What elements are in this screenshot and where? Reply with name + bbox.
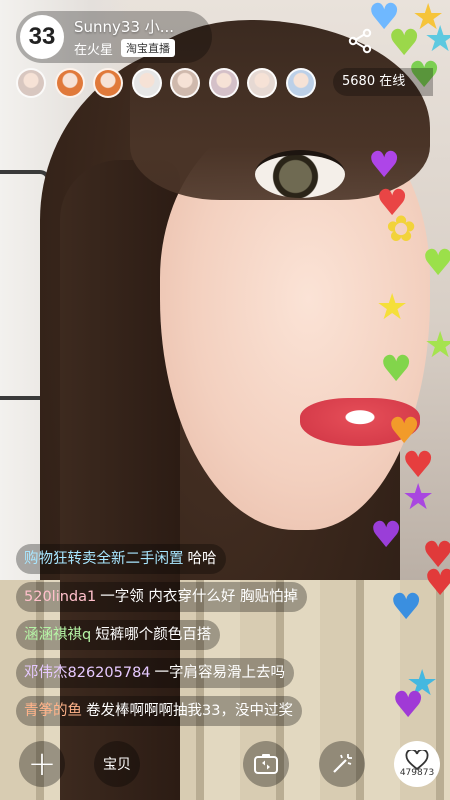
- chat-username[interactable]: 青筝的鱼: [24, 703, 82, 719]
- host-location: 在火星: [74, 42, 114, 58]
- plus-icon: +: [27, 744, 57, 784]
- items-label: 宝贝: [103, 757, 131, 773]
- camera-switch-icon: [254, 754, 278, 774]
- camera-switch-button[interactable]: [243, 741, 289, 787]
- effects-button[interactable]: [319, 741, 365, 787]
- chat-message: 涵涵祺祺q 短裤哪个颜色百搭: [16, 620, 221, 650]
- add-button[interactable]: +: [19, 741, 65, 787]
- viewer-avatars: [16, 68, 324, 98]
- viewer-avatar[interactable]: [247, 68, 277, 98]
- like-button[interactable]: 479873: [394, 741, 440, 787]
- streamer-lips: [300, 398, 420, 446]
- chat-text: 一字领 内衣穿什么好 胸贴怕掉: [100, 589, 298, 605]
- viewer-avatar[interactable]: [285, 68, 316, 98]
- chat-message: 邓伟杰826205784 一字肩容易滑上去吗: [16, 658, 295, 688]
- viewer-avatar[interactable]: [16, 68, 46, 98]
- share-icon: [348, 28, 372, 54]
- taobao-live-badge: 淘宝直播: [121, 39, 176, 57]
- items-button[interactable]: 宝贝: [94, 741, 140, 787]
- viewer-avatar[interactable]: [93, 68, 123, 98]
- chat-text: 短裤哪个颜色百搭: [95, 627, 212, 643]
- host-sub: 在火星 淘宝直播: [74, 39, 176, 58]
- chat-text: 一字肩容易滑上去吗: [154, 665, 286, 681]
- chat-message: 青筝的鱼 卷发棒啊啊啊抽我33，没中过奖: [16, 696, 302, 726]
- host-info: Sunny33 小... 在火星 淘宝直播: [74, 17, 176, 58]
- chat-username[interactable]: 邓伟杰826205784: [24, 665, 151, 681]
- chat-message: 购物狂转卖全新二手闲置 哈哈: [16, 544, 226, 574]
- viewer-avatar[interactable]: [131, 68, 162, 98]
- chat-username[interactable]: 520linda1: [24, 589, 96, 605]
- like-count: 479873: [399, 768, 435, 778]
- viewer-count[interactable]: 5680 在线: [333, 68, 433, 96]
- share-button[interactable]: [343, 24, 377, 58]
- chat-message: 520linda1 一字领 内衣穿什么好 胸贴怕掉: [16, 582, 307, 612]
- host-name: Sunny33 小...: [74, 17, 175, 36]
- streamer-eye: [255, 150, 345, 198]
- magic-wand-icon: [333, 754, 352, 773]
- host-avatar[interactable]: 33: [20, 15, 64, 59]
- chat-username[interactable]: 购物狂转卖全新二手闲置: [24, 551, 184, 567]
- viewer-avatar[interactable]: [208, 68, 239, 98]
- chat-text: 卷发棒啊啊啊抽我33，没中过奖: [86, 703, 293, 719]
- chat-list: 购物狂转卖全新二手闲置 哈哈 520linda1 一字领 内衣穿什么好 胸贴怕掉 涵涵祺…: [16, 544, 307, 734]
- heart-icon: [405, 750, 429, 770]
- viewer-avatar[interactable]: [170, 68, 200, 98]
- chat-username[interactable]: 涵涵祺祺q: [24, 627, 91, 643]
- viewer-avatar[interactable]: [54, 68, 85, 98]
- host-info-pill[interactable]: 33 Sunny33 小... 在火星 淘宝直播: [16, 11, 212, 63]
- chat-text: 哈哈: [187, 551, 217, 567]
